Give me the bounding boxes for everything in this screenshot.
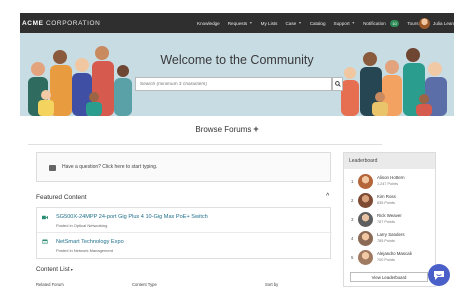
chevron-down-icon: ▼ [249,21,253,25]
question-icon [49,165,56,171]
leaderboard-title: Leaderboard [344,153,435,169]
column-content-type[interactable]: Content Type [132,282,157,287]
community-people-illustration [28,46,447,116]
chevron-down-icon: ▾ [69,267,73,272]
nav-case[interactable]: Case ▼ [285,21,301,26]
search-icon [334,81,341,87]
leaderboard-rank: 5 [351,255,354,260]
featured-item-separator [37,232,332,233]
nav-support[interactable]: Support ▼ [334,21,356,26]
avatar [358,231,373,246]
chevron-down-icon: ▼ [351,21,356,25]
browse-forums-label: Browse Forums [195,125,252,134]
leaderboard-name[interactable]: Alison Hottern [377,175,405,180]
leaderboard-entry[interactable]: 5 Alejandro Mascali 700 Points [351,249,435,267]
user-menu[interactable]: Julia Lean [419,13,454,33]
hero-title: Welcome to the Community [160,53,314,67]
column-sort-by[interactable]: Sort by [265,282,278,287]
video-icon [42,215,48,220]
nav-requests[interactable]: Requests ▼ [228,21,253,26]
leaderboard-rank: 3 [351,217,354,222]
brand-name: ACME [22,19,44,27]
search-button[interactable] [332,77,343,91]
chat-bubble-icon [434,270,444,280]
chat-button[interactable] [428,264,450,286]
leaderboard-entry[interactable]: 2 Kim Ross 835 Points [351,192,435,210]
chevron-down-icon: ▼ [298,21,302,25]
search-input[interactable] [140,81,331,87]
nav-catalog[interactable]: Catalog [310,21,326,26]
main-nav: Knowledge Requests ▼ My Lists Case ▼ Catal… [197,13,419,33]
brand-logo[interactable]: ACME CORPORATION [20,20,100,27]
featured-content-title: Featured Content [36,194,87,201]
leaderboard-name[interactable]: Rick Weaver [377,213,402,218]
hero-banner: Welcome to the Community [20,33,454,116]
browse-forums[interactable]: Browse Forums + [0,124,454,134]
user-avatar [419,17,431,29]
plus-icon: + [253,124,259,134]
ask-question-prompt: Have a question? Click here to start typ… [62,164,158,170]
featured-item-title[interactable]: SG500X-24MPP 24-port Gig Plus 4 10-Gig M… [56,214,208,220]
featured-item-title[interactable]: NetSmart Technology Expo [56,239,124,245]
nav-label: Support [333,20,350,26]
top-navigation-bar: ACME CORPORATION Knowledge Requests ▼ My … [20,13,454,33]
calendar-icon [42,239,48,244]
leaderboard-name[interactable]: Alejandro Mascali [377,251,412,256]
user-name: Julia Lean [433,20,454,26]
leaderboard-points: 785 Points [377,239,395,243]
avatar [358,193,373,208]
notification-count-badge: 10 [389,19,400,27]
leaderboard-rank: 4 [351,236,354,241]
leaderboard-points: 700 Points [377,258,395,262]
leaderboard-rank: 1 [351,179,354,184]
nav-label: Catalog [309,20,326,26]
featured-content-list: SG500X-24MPP 24-port Gig Plus 4 10-Gig M… [36,207,332,259]
leaderboard-name[interactable]: Kim Ross [377,194,396,199]
leaderboard-entry[interactable]: 3 Rick Weaver 787 Points [351,211,435,229]
chevron-up-icon[interactable]: ^ [326,193,329,200]
view-leaderboard-button[interactable]: View Leaderboard [350,272,428,282]
leaderboard-rank: 2 [351,198,354,203]
leaderboard-entry[interactable]: 1 Alison Hottern 1,247 Points [351,173,435,191]
leaderboard-entry[interactable]: 4 Larry Sanders 785 Points [351,230,435,248]
nav-label: My Lists [260,20,278,26]
featured-item-subtitle: Posted in Optical Networking [56,223,108,228]
nav-label: Tours [407,20,419,26]
leaderboard-points: 835 Points [377,201,395,205]
leaderboard-points: 787 Points [377,220,395,224]
community-search [135,77,332,91]
nav-tours[interactable]: Tours [407,21,418,26]
column-related-forum[interactable]: Related Forum [36,282,64,287]
leaderboard-points: 1,247 Points [377,182,399,186]
ask-question-box[interactable]: Have a question? Click here to start typ… [36,152,331,182]
nav-label: Case [285,20,297,26]
nav-label: Requests [227,20,248,26]
leaderboard-name[interactable]: Larry Sanders [377,232,405,237]
content-list-title-text: Content List [36,266,70,273]
section-divider [28,144,382,145]
nav-my-lists[interactable]: My Lists [261,21,278,26]
nav-label: Knowledge [197,20,220,26]
nav-knowledge[interactable]: Knowledge [197,21,220,26]
brand-suffix: CORPORATION [45,19,101,27]
featured-item-subtitle: Posted in Network Management [56,248,113,253]
content-list-title[interactable]: Content List ▾ [36,266,73,273]
avatar [358,250,373,265]
avatar [358,174,373,189]
avatar [358,212,373,227]
nav-label: Notification [363,20,386,26]
nav-notification[interactable]: Notification 10 [363,19,400,27]
leaderboard-panel: Leaderboard 1 Alison Hottern 1,247 Point… [343,152,436,287]
